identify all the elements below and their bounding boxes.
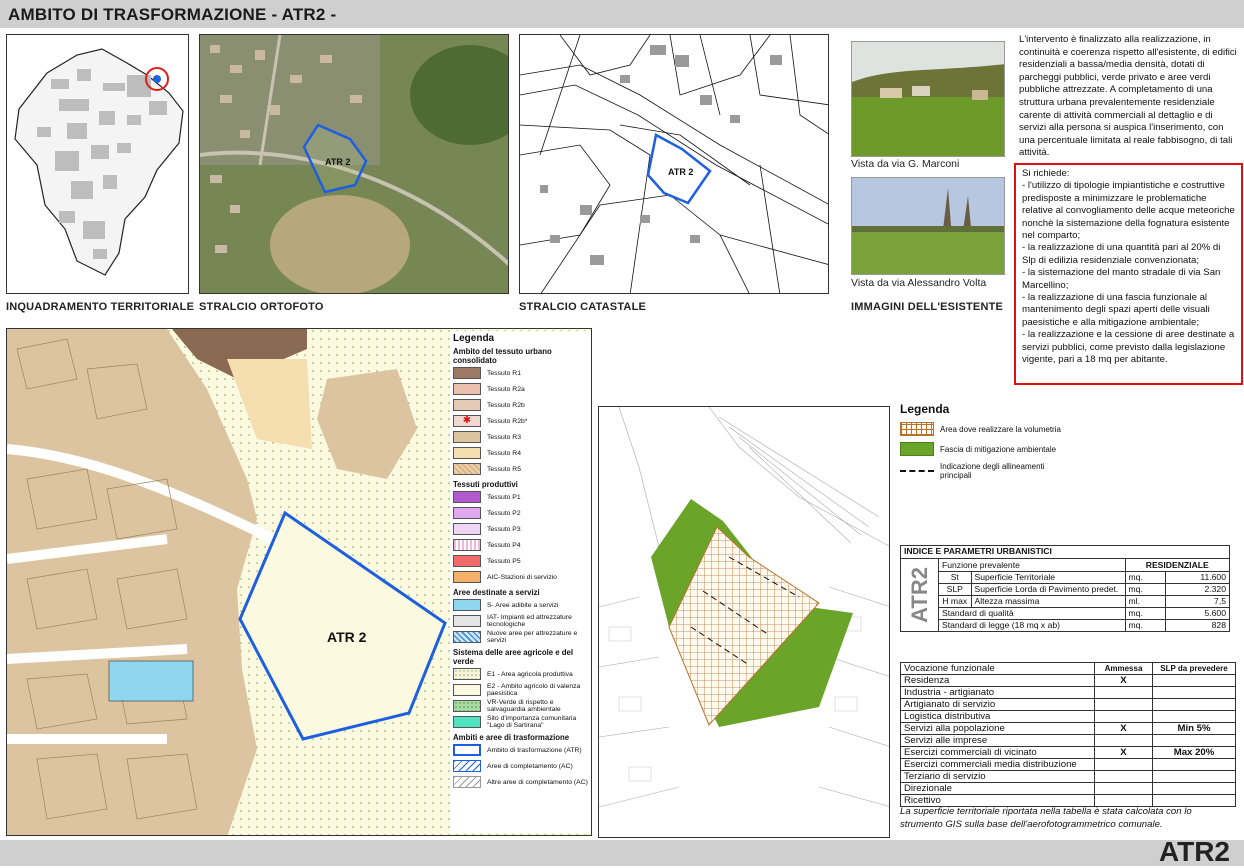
legend-section: Aree destinate a servizi <box>453 588 540 597</box>
requirement-item: - la realizzazione di una quantità pari … <box>1022 242 1221 266</box>
photo2-caption: Vista da via Alessandro Volta <box>851 277 987 289</box>
legend-item: VR-Verde di rispetto e salvaguardia ambi… <box>453 698 588 714</box>
requirements-box: Si richiede: - l'utilizzo di tipologie i… <box>1014 163 1243 385</box>
legend-section: Tessuti produttivi <box>453 480 518 489</box>
caption-cadastral: STRALCIO CATASTALE <box>519 301 647 313</box>
caption-images: IMMAGINI DELL'ESISTENTE <box>851 301 1004 313</box>
table-header-row: Vocazione funzionale Ammessa SLP da prev… <box>900 662 1236 675</box>
legend-section: Ambito del tessuto urbano consolidato <box>453 347 552 365</box>
table-row: Direzionale <box>900 782 1236 795</box>
legend-item: E2 - Ambito agricolo di valenza paesisti… <box>453 682 588 698</box>
legend-item: IAT- Impianti ed attrezzature tecnologic… <box>453 613 588 629</box>
legend-item: Sito d'importanza comunitaria "Lago di S… <box>453 714 588 730</box>
design-legend: Legenda Area dove realizzare la volumetr… <box>900 402 1100 480</box>
legend-item: Tessuto P1 <box>453 489 588 505</box>
cadastral-map: ATR 2 <box>519 34 829 294</box>
design-plan-map <box>598 406 890 838</box>
table-row: H max Altezza massima ml. 7,5 <box>939 594 1229 608</box>
photo-marconi <box>851 41 1005 157</box>
header-bar: AMBITO DI TRASFORMAZIONE - ATR2 - <box>0 0 1244 28</box>
requirements-intro: Si richiede: <box>1022 168 1070 179</box>
table-row: Servizi alla popolazione X Min 5% <box>900 722 1236 735</box>
vocazione-table: Vocazione funzionale Ammessa SLP da prev… <box>900 662 1236 807</box>
description-text: L'intervento è finalizzato alla realizza… <box>1019 34 1237 159</box>
legend-item: Nuove aree per attrezzature e servizi <box>453 629 588 645</box>
table-row: St Superficie Territoriale mq. 11.600 <box>939 570 1229 584</box>
legend-item: Tessuto R3 <box>453 429 588 445</box>
table-row: Terziario di servizio <box>900 770 1236 783</box>
legend-item: Altre aree di completamento (AC) <box>453 774 588 790</box>
legend-title: Legenda <box>453 333 495 344</box>
caption-territorial: INQUADRAMENTO TERRITORIALE <box>6 301 195 313</box>
legend-item: Tessuto P2 <box>453 505 588 521</box>
params-head-label: Funzione prevalente <box>939 559 1126 572</box>
page-title: AMBITO DI TRASFORMAZIONE - ATR2 - <box>8 5 337 24</box>
table-row: Industria - artigianato <box>900 686 1236 699</box>
photo1-caption: Vista da via G. Marconi <box>851 158 960 170</box>
table-row: Esercizi commerciali media distribuzione <box>900 758 1236 771</box>
legend-section: Sistema delle aree agricole e del verde <box>453 648 574 666</box>
plan-atr-label: ATR 2 <box>327 629 367 645</box>
cadastral-atr-label: ATR 2 <box>668 167 694 177</box>
legend-item: E1 - Area agricola produttiva <box>453 666 588 682</box>
requirement-item: - la realizzazione di una fascia funzion… <box>1022 292 1210 328</box>
params-table: INDICE E PARAMETRI URBANISTICI ATR2 Funz… <box>900 545 1230 632</box>
table-row: Standard di qualità mq. 5.600 <box>939 606 1229 620</box>
legend-item: ✱ Tessuto R2b* <box>453 413 588 429</box>
photo-volta <box>851 177 1005 275</box>
legend-item: Tessuto R1 <box>453 365 588 381</box>
caption-orthophoto: STRALCIO ORTOFOTO <box>199 301 324 313</box>
legend2-title: Legenda <box>900 402 950 416</box>
params-grid: Funzione prevalente RESIDENZIALE St Super… <box>939 559 1229 631</box>
table-row: Esercizi commerciali di vicinato X Max 20% <box>900 746 1236 759</box>
legend-item: AIC-Stazioni di servizio <box>453 569 588 585</box>
table-row: Servizi alle imprese <box>900 734 1236 747</box>
legend2-item-volume: Area dove realizzare la volumetria <box>900 422 1100 436</box>
legend-section: Ambiti e aree di trasformazione <box>453 733 570 742</box>
territorial-map <box>6 34 189 294</box>
legend-item: Tessuto R5 <box>453 461 588 477</box>
legend-item: Ambito di trasformazione (ATR) <box>453 742 588 758</box>
params-head-value: RESIDENZIALE <box>1124 559 1229 572</box>
legend-item: S- Aree adibite a servizi <box>453 597 588 613</box>
requirement-item: - la realizzazione e la cessione di aree… <box>1022 329 1235 366</box>
legend-item: Tessuto P3 <box>453 521 588 537</box>
legend-item: Tessuto R4 <box>453 445 588 461</box>
ortho-atr-label: ATR 2 <box>325 157 351 167</box>
table-row: SLP Superficie Lorda di Pavimento predet.… <box>939 582 1229 596</box>
params-vertical-label: ATR2 <box>906 567 932 623</box>
requirement-item: - la sistemazione del manto stradale di … <box>1022 267 1221 291</box>
legend-item: Tessuto R2a <box>453 381 588 397</box>
plan-legend: Legenda Ambito del tessuto urbano consol… <box>450 331 591 833</box>
table-row: Ricettivo <box>900 794 1236 807</box>
legend2-item-mitigation: Fascia di mitigazione ambientale <box>900 442 1100 456</box>
legend-item: Tessuto P5 <box>453 553 588 569</box>
legend-item: Tessuto R2b <box>453 397 588 413</box>
table-row: Logistica distributiva <box>900 710 1236 723</box>
legend-item: Aree di completamento (AC) <box>453 758 588 774</box>
legend2-item-alignment: Indicazione degli allineamenti principal… <box>900 462 1100 480</box>
zoning-plan-map: ATR 2 Legenda Ambito del tessuto urbano … <box>6 328 592 836</box>
footer-bar: ATR2 <box>0 836 1244 867</box>
legend-item: Tessuto P4 <box>453 537 588 553</box>
orthophoto-map: ATR 2 <box>199 34 509 294</box>
footnote: La superficie territoriale riportata nel… <box>900 806 1192 830</box>
table-row: Artigianato di servizio <box>900 698 1236 711</box>
params-title: INDICE E PARAMETRI URBANISTICI <box>900 545 1230 558</box>
table-row: Residenza X <box>900 674 1236 687</box>
requirement-item: - l'utilizzo di tipologie impiantistiche… <box>1022 180 1235 242</box>
footer-code: ATR2 <box>1158 836 1230 867</box>
table-row: Standard di legge (18 mq x ab) mq. 828 <box>939 618 1229 631</box>
